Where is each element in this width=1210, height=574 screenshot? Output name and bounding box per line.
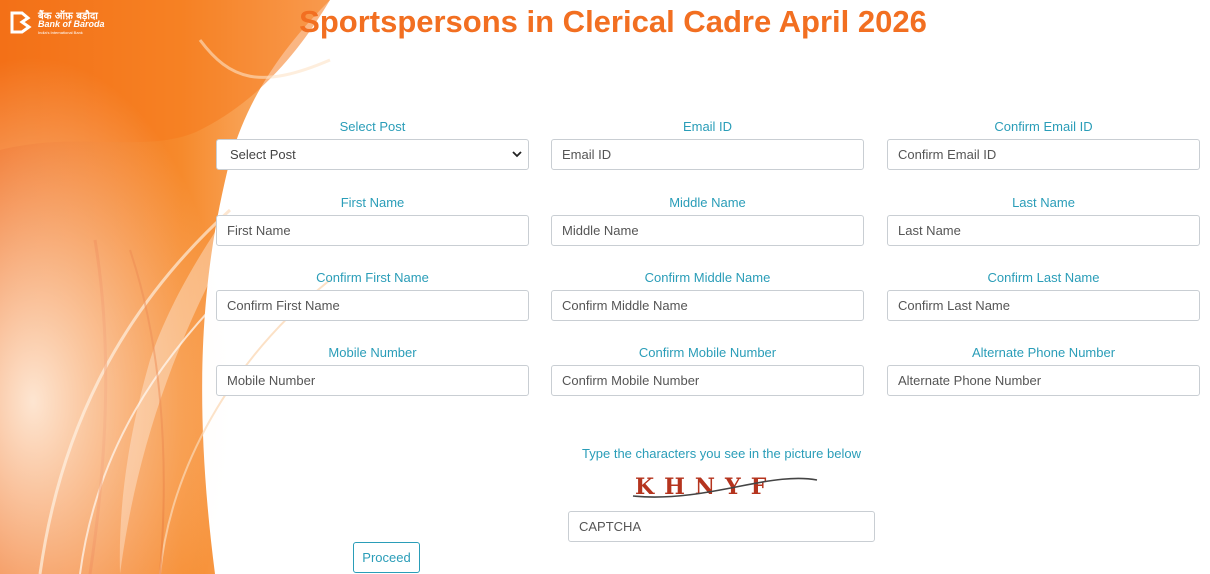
captcha-image-text: KHNYF [635,474,776,500]
confirm-last-name-input[interactable] [887,290,1200,321]
confirm-first-name-input[interactable] [216,290,529,321]
page-title: Sportspersons in Clerical Cadre April 20… [299,4,927,39]
first-name-input[interactable] [216,215,529,246]
chevron-down-icon [512,151,522,158]
confirm-first-name-label: Confirm First Name [316,270,429,285]
alternate-phone-input[interactable] [887,365,1200,396]
confirm-email-input[interactable] [887,139,1200,170]
first-name-label: First Name [340,195,405,210]
last-name-label: Last Name [1012,195,1075,210]
first-name-field: First Name [216,195,529,246]
confirm-middle-name-label: Confirm Middle Name [644,270,771,285]
confirm-mobile-input[interactable] [551,365,864,396]
proceed-button[interactable]: Proceed [353,542,420,573]
email-field: Email ID [551,119,864,170]
middle-name-field: Middle Name [551,195,864,246]
confirm-mobile-field: Confirm Mobile Number [551,345,864,396]
last-name-field: Last Name [887,195,1200,246]
select-post-dropdown[interactable]: Select Post [216,139,529,170]
confirm-last-name-field: Confirm Last Name [887,270,1200,321]
confirm-email-field: Confirm Email ID [887,119,1200,170]
mobile-input[interactable] [216,365,529,396]
confirm-mobile-label: Confirm Mobile Number [638,345,777,360]
email-input[interactable] [551,139,864,170]
confirm-middle-name-field: Confirm Middle Name [551,270,864,321]
select-post-field: Select Post Select Post [216,119,529,170]
email-label: Email ID [682,119,733,134]
confirm-email-label: Confirm Email ID [994,119,1093,134]
mobile-field: Mobile Number [216,345,529,396]
select-post-label: Select Post [339,119,406,134]
middle-name-label: Middle Name [669,195,746,210]
captcha-image: KHNYF [632,474,818,500]
alternate-phone-field: Alternate Phone Number [887,345,1200,396]
captcha-instruction: Type the characters you see in the pictu… [582,446,861,461]
select-post-value: Select Post [230,147,296,162]
confirm-first-name-field: Confirm First Name [216,270,529,321]
confirm-middle-name-input[interactable] [551,290,864,321]
captcha-input[interactable] [568,511,875,542]
last-name-input[interactable] [887,215,1200,246]
mobile-label: Mobile Number [328,345,417,360]
confirm-last-name-label: Confirm Last Name [987,270,1100,285]
alternate-phone-label: Alternate Phone Number [971,345,1116,360]
middle-name-input[interactable] [551,215,864,246]
